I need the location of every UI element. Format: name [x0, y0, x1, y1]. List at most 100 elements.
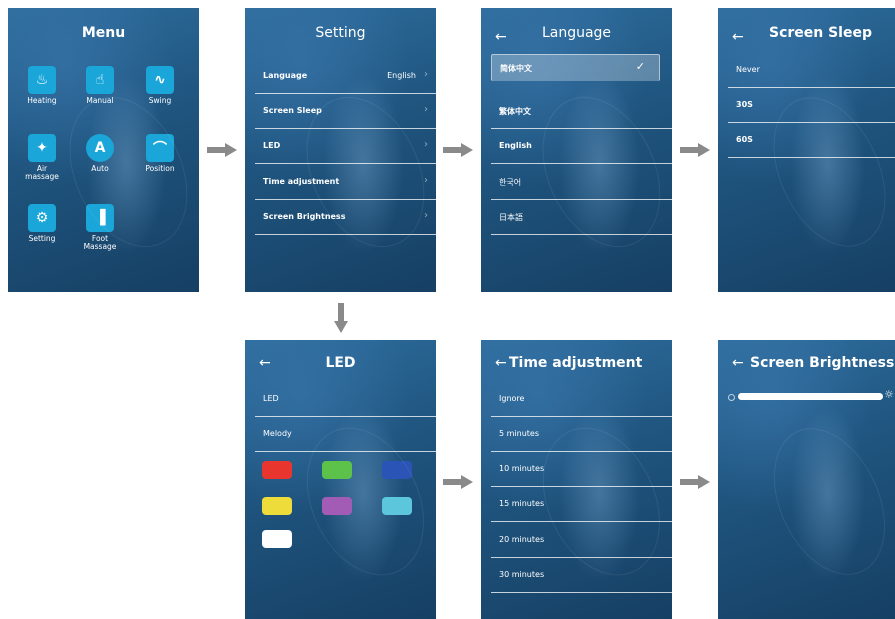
- option-label: 简体中文: [500, 64, 532, 73]
- swing-icon: ∿: [146, 66, 174, 94]
- menu-item-setting[interactable]: ⚙ Setting: [20, 204, 64, 243]
- menu-item-label: Foot Massage: [83, 234, 117, 251]
- chevron-right-icon: ›: [424, 210, 428, 221]
- led-color-cyan[interactable]: [382, 497, 412, 515]
- option-label: 繁体中文: [499, 107, 531, 116]
- chevron-right-icon: ›: [424, 104, 428, 115]
- menu-item-manual[interactable]: ☝ Manual: [78, 66, 122, 105]
- back-arrow-icon[interactable]: ←: [495, 354, 507, 372]
- back-arrow-icon[interactable]: ←: [732, 28, 744, 46]
- brightness-slider[interactable]: [738, 393, 883, 400]
- led-screen: ← LED LED Melody: [245, 340, 436, 619]
- setting-row-screen-sleep[interactable]: Screen Sleep ›: [255, 94, 436, 129]
- menu-item-label: Setting: [28, 234, 56, 243]
- led-row-melody[interactable]: Melody: [255, 417, 436, 452]
- option-label: Never: [736, 65, 760, 74]
- brightness-min-dot: [728, 394, 735, 401]
- sleep-option-never[interactable]: Never: [728, 53, 895, 88]
- row-label: Time adjustment: [263, 177, 340, 186]
- time-option-15[interactable]: 15 minutes: [491, 487, 672, 522]
- option-label: English: [499, 141, 532, 150]
- menu-item-label: Swing: [148, 96, 172, 105]
- language-screen: ← Language 简体中文 ✓ 繁体中文 English 한국어 日本語: [481, 8, 672, 292]
- right-arrow-icon: [680, 475, 710, 489]
- setting-screen: Setting Language English › Screen Sleep …: [245, 8, 436, 292]
- option-label: 20 minutes: [499, 535, 545, 544]
- brightness-slider-fill: [738, 393, 883, 400]
- row-label: LED: [263, 141, 281, 150]
- menu-item-label: Position: [145, 164, 175, 173]
- menu-item-air-massage[interactable]: ✦ Air massage: [20, 134, 64, 181]
- right-arrow-icon: [680, 143, 710, 157]
- screen-sleep-screen: ← Screen Sleep Never 30S 60S: [718, 8, 895, 292]
- foot-icon: ▐: [86, 204, 114, 232]
- position-icon: ⌒: [146, 134, 174, 162]
- menu-title: Menu: [81, 25, 126, 41]
- menu-item-swing[interactable]: ∿ Swing: [138, 66, 182, 105]
- language-title: Language: [541, 25, 612, 41]
- time-option-20[interactable]: 20 minutes: [491, 523, 672, 558]
- auto-icon: A: [86, 134, 114, 162]
- air-massage-icon: ✦: [28, 134, 56, 162]
- language-option-simplified-chinese[interactable]: 简体中文 ✓: [491, 54, 660, 81]
- screen-brightness-title: Screen Brightness: [750, 355, 895, 371]
- row-label: Screen Brightness: [263, 212, 346, 221]
- menu-item-label: Heating: [27, 96, 57, 105]
- back-arrow-icon[interactable]: ←: [732, 354, 744, 372]
- language-option-english[interactable]: English: [491, 129, 672, 164]
- menu-item-heating[interactable]: ♨ Heating: [20, 66, 64, 105]
- led-color-white[interactable]: [262, 530, 292, 548]
- time-adjustment-title: Time adjustment: [509, 355, 643, 371]
- option-label: 15 minutes: [499, 499, 545, 508]
- right-arrow-icon: [443, 475, 473, 489]
- time-option-5[interactable]: 5 minutes: [491, 417, 672, 452]
- sun-icon: ☼: [884, 388, 894, 401]
- led-color-purple[interactable]: [322, 497, 352, 515]
- option-label: 한국어: [499, 178, 522, 187]
- setting-row-language[interactable]: Language English ›: [255, 59, 436, 94]
- option-label: 30 minutes: [499, 570, 545, 579]
- time-adjustment-screen: ← Time adjustment Ignore 5 minutes 10 mi…: [481, 340, 672, 619]
- option-label: 日本語: [499, 213, 523, 222]
- language-option-japanese[interactable]: 日本語: [491, 200, 672, 235]
- chevron-right-icon: ›: [424, 175, 428, 186]
- time-option-10[interactable]: 10 minutes: [491, 452, 672, 487]
- setting-title: Setting: [315, 25, 366, 41]
- right-arrow-icon: [443, 143, 473, 157]
- menu-item-label: Auto: [91, 164, 109, 173]
- menu-item-label: Manual: [86, 96, 114, 105]
- option-label: 30S: [736, 100, 753, 109]
- option-label: Ignore: [499, 394, 525, 403]
- screen-sleep-title: Screen Sleep: [768, 25, 872, 41]
- heating-icon: ♨: [28, 66, 56, 94]
- row-label: Language: [263, 71, 308, 80]
- led-color-red[interactable]: [262, 461, 292, 479]
- check-icon: ✓: [635, 60, 645, 73]
- row-label: Melody: [263, 429, 292, 438]
- setting-row-time-adjustment[interactable]: Time adjustment ›: [255, 165, 436, 200]
- chevron-right-icon: ›: [424, 139, 428, 150]
- option-label: 60S: [736, 135, 753, 144]
- menu-item-label: Air massage: [25, 164, 59, 181]
- led-color-blue[interactable]: [382, 461, 412, 479]
- led-color-green[interactable]: [322, 461, 352, 479]
- menu-item-position[interactable]: ⌒ Position: [138, 134, 182, 173]
- sleep-option-30s[interactable]: 30S: [728, 88, 895, 123]
- chevron-right-icon: ›: [424, 69, 428, 80]
- time-option-ignore[interactable]: Ignore: [491, 382, 672, 417]
- setting-row-led[interactable]: LED ›: [255, 129, 436, 164]
- led-color-yellow[interactable]: [262, 497, 292, 515]
- setting-row-screen-brightness[interactable]: Screen Brightness ›: [255, 200, 436, 235]
- led-row-led[interactable]: LED: [255, 382, 436, 417]
- time-option-30[interactable]: 30 minutes: [491, 558, 672, 593]
- menu-item-foot-massage[interactable]: ▐ Foot Massage: [78, 204, 122, 251]
- gear-icon: ⚙: [28, 204, 56, 232]
- menu-screen: Menu ♨ Heating ☝ Manual ∿ Swing ✦ Air ma…: [8, 8, 199, 292]
- language-option-traditional-chinese[interactable]: 繁体中文: [491, 94, 672, 129]
- language-option-korean[interactable]: 한국어: [491, 165, 672, 200]
- option-label: 5 minutes: [499, 429, 540, 438]
- option-label: 10 minutes: [499, 464, 545, 473]
- menu-item-auto[interactable]: A Auto: [78, 134, 122, 173]
- row-value: English: [387, 71, 416, 80]
- sleep-option-60s[interactable]: 60S: [728, 123, 895, 158]
